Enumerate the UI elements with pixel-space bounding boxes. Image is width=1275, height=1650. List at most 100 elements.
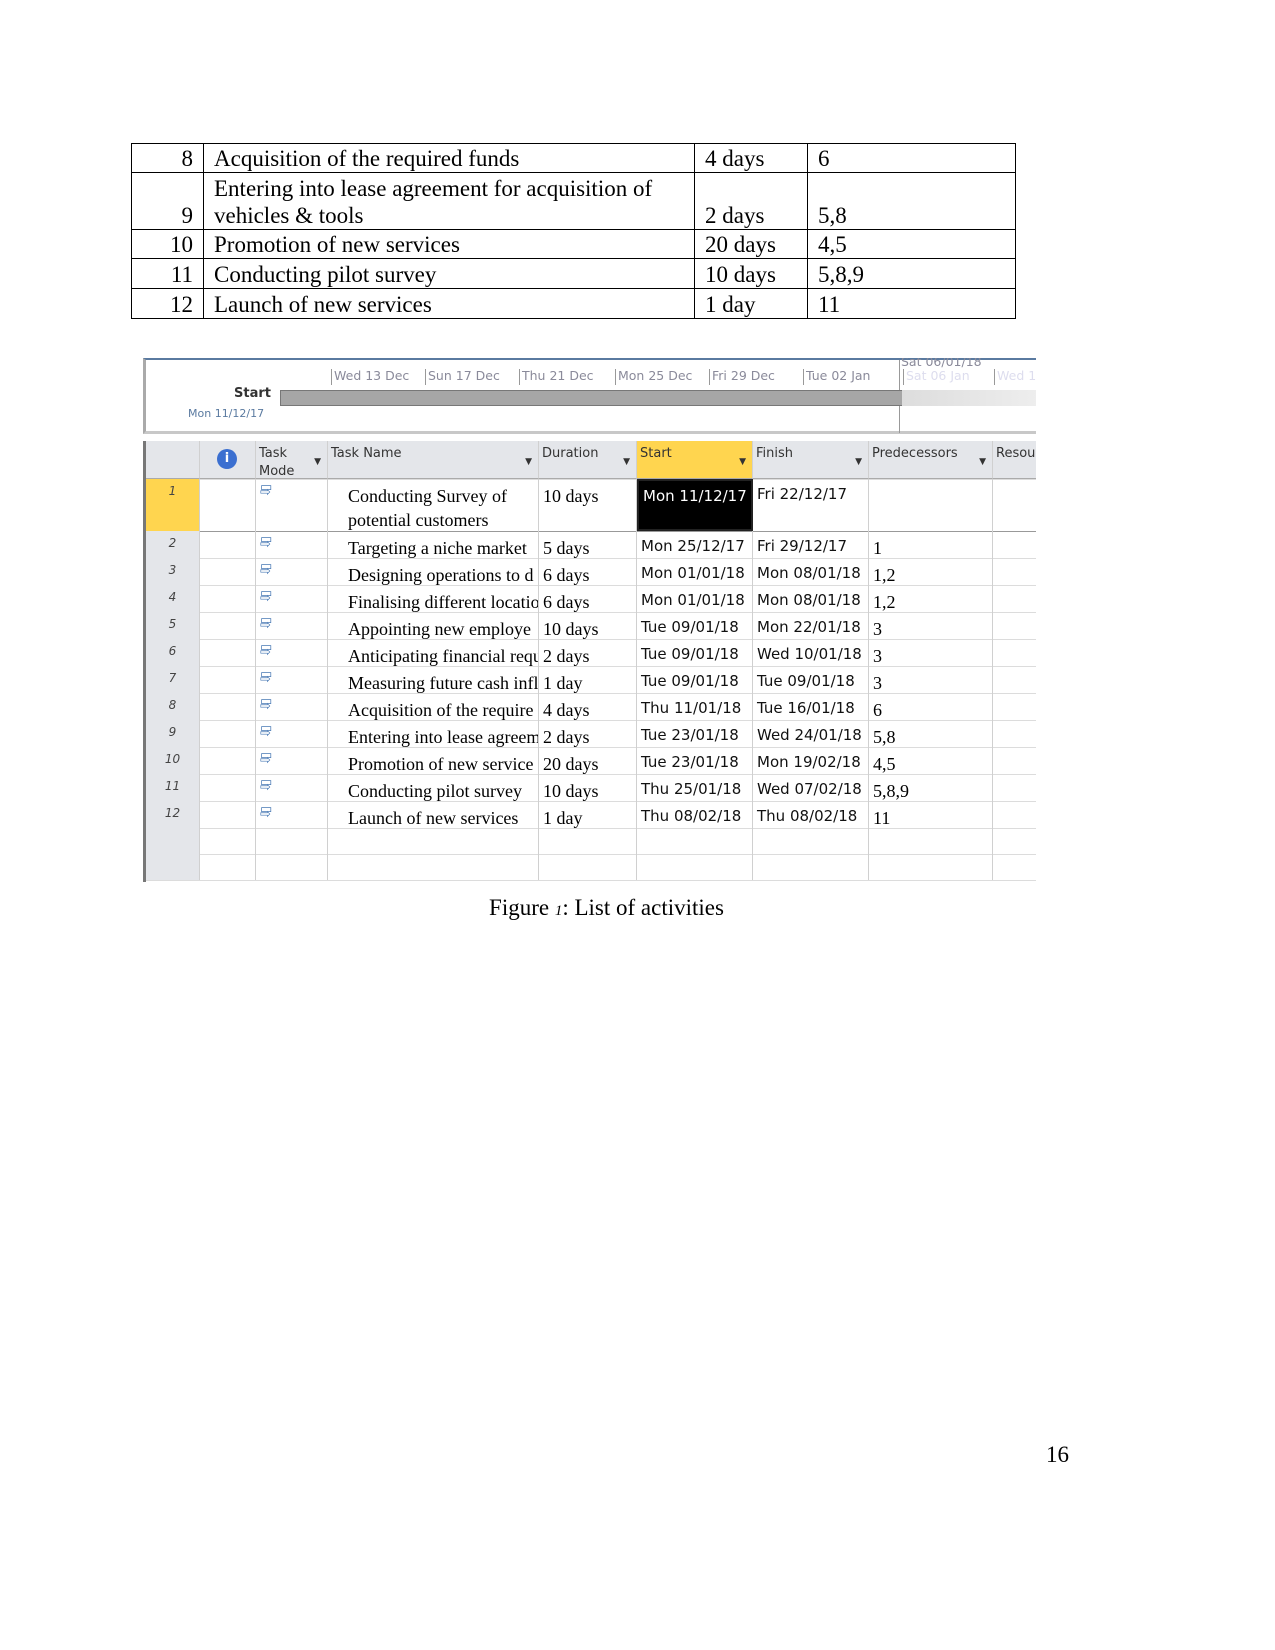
row-number[interactable]: 2: [146, 531, 200, 558]
task-name-cell[interactable]: Entering into lease agreem: [328, 720, 539, 747]
resources-cell[interactable]: [993, 531, 1036, 558]
dropdown-arrow-icon[interactable]: ▼: [525, 453, 532, 471]
resources-cell[interactable]: [993, 612, 1036, 639]
task-row[interactable]: 9 ▭ ⇨ Entering into lease agreem 2 days Tue 2…: [146, 720, 1036, 748]
start-cell[interactable]: Mon 11/12/17: [637, 479, 753, 531]
duration-cell[interactable]: 10 days: [539, 774, 637, 801]
empty-cell[interactable]: [539, 828, 637, 854]
row-number[interactable]: 9: [146, 720, 200, 747]
predecessors-cell[interactable]: 11: [869, 801, 993, 828]
predecessors-cell[interactable]: 3: [869, 666, 993, 693]
task-row[interactable]: 6 ▭ ⇨ Anticipating financial requ 2 days Tue …: [146, 639, 1036, 667]
column-header-finish[interactable]: Finish ▼: [753, 441, 869, 479]
empty-cell[interactable]: [869, 828, 993, 854]
resources-cell[interactable]: [993, 693, 1036, 720]
resources-cell[interactable]: [993, 639, 1036, 666]
info-column-header[interactable]: i: [200, 441, 256, 479]
empty-cell[interactable]: [256, 854, 328, 880]
row-number[interactable]: 4: [146, 585, 200, 612]
finish-cell[interactable]: Fri 29/12/17: [753, 531, 869, 558]
resources-cell[interactable]: [993, 720, 1036, 747]
predecessors-cell[interactable]: 1,2: [869, 558, 993, 585]
column-header-task-name[interactable]: Task Name ▼: [328, 441, 539, 479]
duration-cell[interactable]: 1 day: [539, 666, 637, 693]
predecessors-cell[interactable]: 5,8,9: [869, 774, 993, 801]
task-row[interactable]: 3 ▭ ⇨ Designing operations to d6 days Mon 01…: [146, 558, 1036, 586]
resources-cell[interactable]: [993, 801, 1036, 828]
empty-cell[interactable]: [146, 854, 200, 880]
duration-cell[interactable]: 10 days: [539, 479, 637, 531]
empty-row[interactable]: [146, 854, 1036, 881]
duration-cell[interactable]: 2 days: [539, 720, 637, 747]
finish-cell[interactable]: Mon 22/01/18: [753, 612, 869, 639]
resources-cell[interactable]: [993, 774, 1036, 801]
task-row[interactable]: 7 ▭ ⇨ Measuring future cash infl 1 day Tue 09…: [146, 666, 1036, 694]
resources-cell[interactable]: [993, 747, 1036, 774]
task-row[interactable]: 1 ▭ ⇨ Conducting Survey of potential custom…: [146, 479, 1036, 532]
duration-cell[interactable]: 1 day: [539, 801, 637, 828]
predecessors-cell[interactable]: 4,5: [869, 747, 993, 774]
column-header-resources[interactable]: Resou: [993, 441, 1036, 479]
task-name-cell[interactable]: Conducting pilot survey: [328, 774, 539, 801]
row-number[interactable]: 11: [146, 774, 200, 801]
empty-cell[interactable]: [753, 854, 869, 880]
row-number[interactable]: 7: [146, 666, 200, 693]
duration-cell[interactable]: 20 days: [539, 747, 637, 774]
task-row[interactable]: 8 ▭ ⇨ Acquisition of the require 4 days Thu 1…: [146, 693, 1036, 721]
duration-cell[interactable]: 6 days: [539, 585, 637, 612]
duration-cell[interactable]: 10 days: [539, 612, 637, 639]
row-number[interactable]: 8: [146, 693, 200, 720]
task-name-cell[interactable]: Targeting a niche market: [328, 531, 539, 558]
empty-cell[interactable]: [146, 828, 200, 854]
finish-cell[interactable]: Wed 10/01/18: [753, 639, 869, 666]
finish-cell[interactable]: Fri 22/12/17: [753, 479, 869, 531]
predecessors-cell[interactable]: 3: [869, 639, 993, 666]
empty-row[interactable]: [146, 828, 1036, 855]
predecessors-cell[interactable]: 5,8: [869, 720, 993, 747]
select-all-corner[interactable]: [146, 441, 200, 479]
task-row[interactable]: 4 ▭ ⇨ Finalising different locatio 6 days Mon…: [146, 585, 1036, 613]
task-name-cell[interactable]: Promotion of new service: [328, 747, 539, 774]
dropdown-arrow-icon[interactable]: ▼: [623, 453, 630, 471]
predecessors-cell[interactable]: 6: [869, 693, 993, 720]
start-cell[interactable]: Tue 09/01/18: [637, 666, 753, 693]
resources-cell[interactable]: [993, 558, 1036, 585]
predecessors-cell[interactable]: 1: [869, 531, 993, 558]
row-number[interactable]: 12: [146, 801, 200, 828]
start-cell[interactable]: Tue 09/01/18: [637, 639, 753, 666]
task-name-cell[interactable]: Conducting Survey of potential customers: [328, 479, 539, 531]
finish-cell[interactable]: Mon 08/01/18: [753, 585, 869, 612]
timeline-bar[interactable]: [280, 390, 904, 406]
task-row[interactable]: 12 ▭ ⇨ Launch of new services 1 day Thu 08/02…: [146, 801, 1036, 829]
finish-cell[interactable]: Wed 07/02/18: [753, 774, 869, 801]
task-name-cell[interactable]: Designing operations to d: [328, 558, 539, 585]
dropdown-arrow-icon[interactable]: ▼: [314, 453, 321, 471]
task-name-cell[interactable]: Appointing new employe: [328, 612, 539, 639]
finish-cell[interactable]: Mon 08/01/18: [753, 558, 869, 585]
task-name-cell[interactable]: Anticipating financial requ: [328, 639, 539, 666]
column-header-duration[interactable]: Duration ▼: [539, 441, 637, 479]
predecessors-cell[interactable]: 1,2: [869, 585, 993, 612]
empty-cell[interactable]: [200, 854, 256, 880]
empty-cell[interactable]: [993, 828, 1036, 854]
duration-cell[interactable]: 5 days: [539, 531, 637, 558]
duration-cell[interactable]: 4 days: [539, 693, 637, 720]
dropdown-arrow-icon[interactable]: ▼: [855, 453, 862, 471]
row-number[interactable]: 1: [146, 479, 200, 531]
resources-cell[interactable]: [993, 666, 1036, 693]
resources-cell[interactable]: [993, 479, 1036, 531]
empty-cell[interactable]: [993, 854, 1036, 880]
empty-cell[interactable]: [539, 854, 637, 880]
empty-cell[interactable]: [637, 854, 753, 880]
duration-cell[interactable]: 6 days: [539, 558, 637, 585]
empty-cell[interactable]: [753, 828, 869, 854]
finish-cell[interactable]: Thu 08/02/18: [753, 801, 869, 828]
empty-cell[interactable]: [200, 828, 256, 854]
task-name-cell[interactable]: Launch of new services: [328, 801, 539, 828]
finish-cell[interactable]: Tue 16/01/18: [753, 693, 869, 720]
column-header-predecessors[interactable]: Predecessors ▼: [869, 441, 993, 479]
row-number[interactable]: 6: [146, 639, 200, 666]
start-cell[interactable]: Tue 09/01/18: [637, 612, 753, 639]
task-row[interactable]: 2 ▭ ⇨ Targeting a niche market 5 days Mon 25/…: [146, 531, 1036, 559]
start-cell[interactable]: Thu 08/02/18: [637, 801, 753, 828]
